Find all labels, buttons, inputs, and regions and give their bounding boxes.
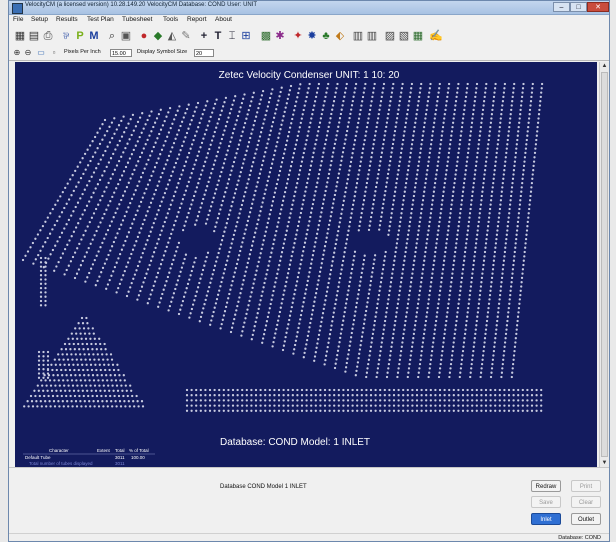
app-icon xyxy=(12,3,23,14)
legend-header-extent: Extent xyxy=(97,448,111,453)
menu-report[interactable]: Report xyxy=(187,16,207,23)
fit-icon[interactable]: ▭ xyxy=(35,47,47,59)
palette-icon[interactable]: ✱ xyxy=(273,29,287,43)
tubesheet-map[interactable]: Zetec Velocity Condenser UNIT: 1 10: 20 … xyxy=(15,62,597,467)
add-icon[interactable]: + xyxy=(197,29,211,43)
redraw-button[interactable]: Redraw xyxy=(531,480,561,492)
legend-header-percent: % of Total xyxy=(129,448,149,453)
title-bar: VelocityCM (a licensed version) 10.28.14… xyxy=(9,1,609,15)
menu-setup[interactable]: Setup xyxy=(31,16,48,23)
legend-row-default-name: Default Tube xyxy=(25,455,51,460)
shape-icon[interactable]: ◆ xyxy=(151,29,165,43)
plot-footer: Database: COND Model: 1 INLET xyxy=(220,437,370,448)
scroll-down-icon[interactable]: ▼ xyxy=(600,459,609,467)
maximize-button[interactable]: □ xyxy=(570,2,587,12)
legend-header-total: Total xyxy=(115,448,125,453)
menu-bar: File Setup Results Test Plan Tubesheet T… xyxy=(9,15,609,26)
display-symbol-size-select[interactable]: 20 xyxy=(194,49,214,57)
menu-tools[interactable]: Tools xyxy=(163,16,178,23)
tool-a-icon[interactable]: ✦ xyxy=(291,29,305,43)
menu-about[interactable]: About xyxy=(215,16,232,23)
status-text: Database: COND xyxy=(558,535,601,541)
menu-file[interactable]: File xyxy=(13,16,23,23)
layout-b-icon[interactable]: ▥ xyxy=(365,29,379,43)
notes-icon[interactable]: ✍ xyxy=(429,29,443,43)
plan-icon[interactable]: ⅌ xyxy=(59,29,73,43)
outlet-button[interactable]: Outlet xyxy=(571,513,601,525)
zoom-in-icon[interactable]: ⊕ xyxy=(12,47,22,59)
close-button[interactable]: ✕ xyxy=(587,2,609,12)
view-toolbar: ⊕ ⊖ ▭ ▫ Pixels Per Inch 15.00 Display Sy… xyxy=(9,47,609,61)
menu-tubesheet[interactable]: Tubesheet xyxy=(122,16,152,23)
tool-b-icon[interactable]: ✸ xyxy=(305,29,319,43)
layout-d-icon[interactable]: ▧ xyxy=(397,29,411,43)
application-window: VelocityCM (a licensed version) 10.28.14… xyxy=(8,0,610,542)
m-tool-icon[interactable]: M xyxy=(87,29,101,43)
zoom-out-icon[interactable]: ⊖ xyxy=(23,47,33,59)
tool-d-icon[interactable]: ⬖ xyxy=(333,29,347,43)
insert-icon[interactable]: ⌶ xyxy=(225,29,239,43)
clear-button[interactable]: Clear xyxy=(571,496,601,508)
pixels-per-inch-select[interactable]: 15.00 xyxy=(110,49,132,57)
minimize-button[interactable]: – xyxy=(553,2,570,12)
status-bar: Database: COND xyxy=(9,533,609,541)
scroll-up-icon[interactable]: ▲ xyxy=(600,62,609,70)
pencil-icon[interactable]: ✎ xyxy=(179,29,193,43)
tool-c-icon[interactable]: ♣ xyxy=(319,29,333,43)
vertical-scrollbar[interactable]: ▲ ▼ xyxy=(599,62,609,467)
color-icon[interactable]: ● xyxy=(137,29,151,43)
legend-row-default-percent: 100.00 xyxy=(131,455,145,460)
table-icon[interactable]: ⊞ xyxy=(239,29,253,43)
plot-title: Zetec Velocity Condenser UNIT: 1 10: 20 xyxy=(219,70,400,81)
save-button[interactable]: Save xyxy=(531,496,561,508)
tube-grid xyxy=(21,82,544,412)
bottom-panel: Database COND Model 1 INLET Redraw Print… xyxy=(9,467,609,534)
print-button[interactable]: Print xyxy=(571,480,601,492)
tubesheet-plot-area[interactable]: Zetec Velocity Condenser UNIT: 1 10: 20 … xyxy=(15,62,597,467)
legend-row-total-count: 3011 xyxy=(115,461,125,466)
image-icon[interactable]: ▩ xyxy=(259,29,273,43)
p-tool-icon[interactable]: P xyxy=(73,29,87,43)
legend: Character Extent Total % of Total Defaul… xyxy=(23,448,155,466)
print-icon[interactable]: ⎙ xyxy=(41,29,55,43)
layout-c-icon[interactable]: ▨ xyxy=(383,29,397,43)
tube-dots xyxy=(21,82,544,412)
display-symbol-size-label: Display Symbol Size xyxy=(137,49,188,55)
legend-row-total-name: Total number of tubes displayed xyxy=(29,461,93,466)
legend-header-character: Character xyxy=(49,448,69,453)
view-icon[interactable]: ▫ xyxy=(49,47,59,59)
window-title: VelocityCM (a licensed version) 10.28.14… xyxy=(25,2,258,8)
scroll-thumb[interactable] xyxy=(601,72,608,457)
find-icon[interactable]: ⌕ xyxy=(105,29,119,43)
edit-icon[interactable]: ◭ xyxy=(165,29,179,43)
legend-row-default-total: 3011 xyxy=(115,455,125,460)
chart-icon[interactable]: ▦ xyxy=(411,29,425,43)
text-tool-icon[interactable]: T xyxy=(211,29,225,43)
grid-icon[interactable]: ▣ xyxy=(119,29,133,43)
document-icon[interactable]: ▤ xyxy=(27,29,41,43)
layout-a-icon[interactable]: ▥ xyxy=(351,29,365,43)
menu-test-plan[interactable]: Test Plan xyxy=(87,16,114,23)
info-text: Database COND Model 1 INLET xyxy=(220,484,307,490)
menu-results[interactable]: Results xyxy=(56,16,78,23)
main-toolbar: ▦ ▤ ⎙ ⅌ P M ⌕ ▣ ● ◆ ◭ ✎ + T ⌶ ⊞ ▩ ✱ ✦ ✸ … xyxy=(9,26,609,48)
save-icon[interactable]: ▦ xyxy=(13,29,27,43)
inlet-button[interactable]: Inlet xyxy=(531,513,561,525)
pixels-per-inch-label: Pixels Per Inch xyxy=(64,49,101,55)
